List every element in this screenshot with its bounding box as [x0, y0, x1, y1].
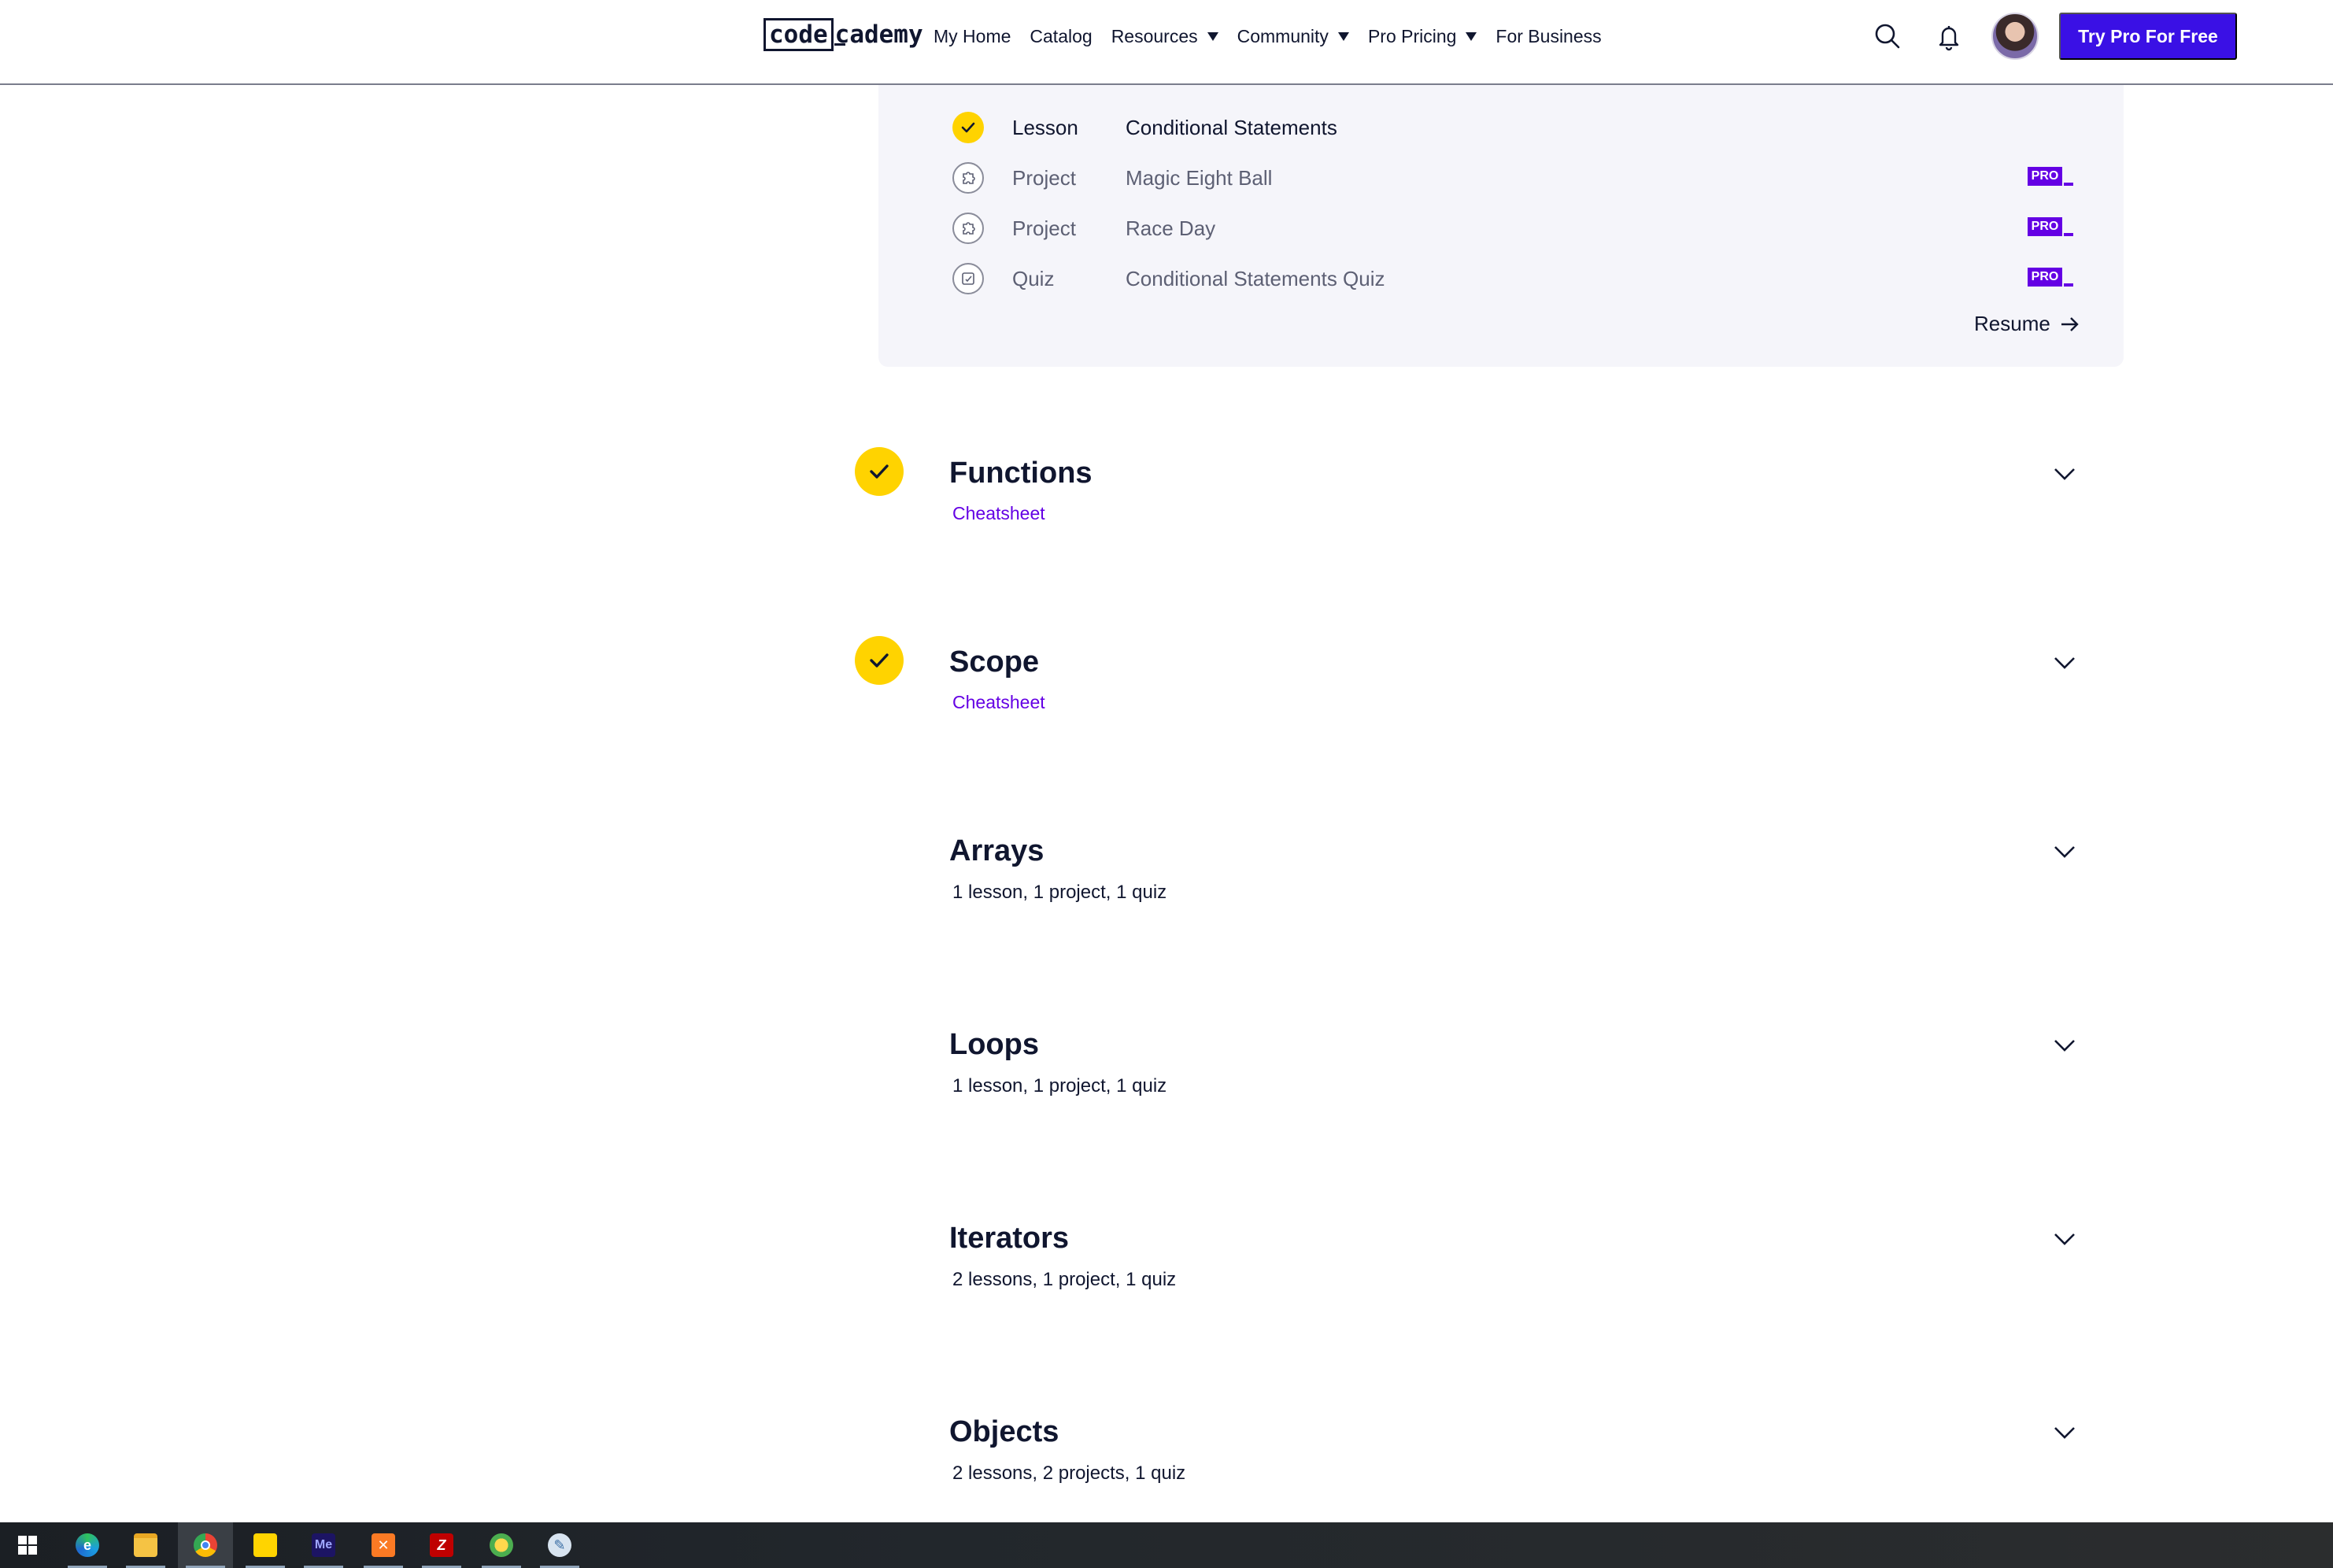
nav-link-resources[interactable]: Resources [1111, 22, 1218, 50]
module-summary: 1 lesson, 1 project, 1 quiz [952, 1075, 1167, 1096]
codecademy-logo[interactable]: code cademy [763, 17, 923, 52]
chrome-icon[interactable] [178, 1522, 233, 1568]
top-navigation: code cademy My Home Catalog Resources Co… [0, 0, 2333, 85]
item-title[interactable]: Conditional Statements [1126, 116, 1337, 140]
chevron-down-icon[interactable] [2053, 844, 2076, 860]
module-title-arrays[interactable]: Arrays [949, 833, 1044, 869]
arrow-right-icon [2061, 316, 2079, 331]
nav-link-label: My Home [934, 26, 1011, 46]
chevron-down-icon[interactable] [2053, 466, 2076, 482]
media-encoder-icon[interactable]: Me [296, 1522, 351, 1568]
item-type: Project [1012, 216, 1076, 240]
paint-icon[interactable]: ✎ [532, 1522, 587, 1568]
module-title-loops[interactable]: Loops [949, 1026, 1039, 1063]
check-icon [952, 112, 984, 143]
windows-start-icon[interactable] [0, 1522, 55, 1568]
nav-link-my-home[interactable]: My Home [934, 22, 1011, 50]
module-item-row[interactable]: Quiz Conditional Statements Quiz PRO [952, 263, 2073, 294]
item-type: Quiz [1012, 266, 1055, 290]
module-title-iterators[interactable]: Iterators [949, 1220, 1069, 1256]
nav-link-pro-pricing[interactable]: Pro Pricing [1368, 22, 1477, 50]
pro-badge-label: PRO [2028, 167, 2062, 186]
pro-badge-label: PRO [2028, 268, 2062, 287]
chevron-down-icon[interactable] [2053, 1231, 2076, 1247]
nav-link-community[interactable]: Community [1237, 22, 1349, 50]
cheatsheet-link[interactable]: Cheatsheet [952, 690, 1045, 715]
resume-link[interactable]: Resume [1974, 312, 2080, 336]
logo-cademy-text: cademy [834, 20, 923, 49]
item-type: Project [1012, 165, 1076, 190]
module-title-scope[interactable]: Scope [949, 644, 1039, 680]
module-summary: 2 lessons, 2 projects, 1 quiz [952, 1463, 1186, 1484]
puzzle-icon [952, 213, 984, 244]
nav-link-label: Catalog [1030, 26, 1093, 46]
windows-taskbar: e Me ✕ Z ✎ [0, 1522, 2333, 1568]
module-item-row[interactable]: Project Magic Eight Ball PRO [952, 162, 2073, 194]
resume-label: Resume [1974, 312, 2050, 335]
nav-link-label: Pro Pricing [1367, 26, 1457, 46]
module-title-objects[interactable]: Objects [949, 1414, 1059, 1450]
pro-badge: PRO [2028, 167, 2073, 189]
pro-cursor-icon [2064, 233, 2073, 236]
pro-cursor-icon [2064, 183, 2073, 186]
logo-code-text: code [763, 18, 834, 51]
pro-cursor-icon [2064, 283, 2073, 287]
user-avatar[interactable] [1991, 13, 2039, 60]
cheatsheet-link[interactable]: Cheatsheet [952, 501, 1045, 526]
module-complete-check-icon [855, 636, 904, 685]
item-type: Lesson [1012, 115, 1078, 139]
module-item-row[interactable]: Lesson Conditional Statements [952, 112, 2073, 143]
nav-link-for-business[interactable]: For Business [1496, 22, 1601, 50]
try-pro-button[interactable]: Try Pro For Free [2059, 13, 2237, 60]
pro-badge: PRO [2028, 217, 2073, 239]
pro-badge: PRO [2028, 268, 2073, 290]
file-explorer-icon[interactable] [118, 1522, 173, 1568]
filezilla-icon[interactable]: Z [414, 1522, 469, 1568]
module-item-row[interactable]: Project Race Day PRO [952, 213, 2073, 244]
quiz-icon [952, 263, 984, 294]
caret-down-icon [1207, 31, 1218, 41]
nav-link-label: Community [1237, 26, 1329, 46]
item-title[interactable]: Magic Eight Ball [1126, 166, 1272, 190]
caret-down-icon [1337, 31, 1349, 41]
bell-icon[interactable] [1933, 20, 1965, 52]
puzzle-icon [952, 162, 984, 194]
module-summary: 1 lesson, 1 project, 1 quiz [952, 882, 1167, 903]
pro-badge-label: PRO [2028, 217, 2062, 236]
chevron-down-icon[interactable] [2053, 1425, 2076, 1440]
search-icon[interactable] [1872, 20, 1903, 52]
chevron-down-icon[interactable] [2053, 1037, 2076, 1053]
edge-icon[interactable]: e [60, 1522, 115, 1568]
main-nav-links: My Home Catalog Resources Community Pro … [934, 22, 1621, 50]
caret-down-icon [1466, 31, 1477, 41]
module-title-functions[interactable]: Functions [949, 455, 1093, 491]
item-title[interactable]: Race Day [1126, 216, 1215, 241]
xampp-icon[interactable]: ✕ [356, 1522, 411, 1568]
chevron-down-icon[interactable] [2053, 655, 2076, 671]
module-summary: 2 lessons, 1 project, 1 quiz [952, 1269, 1177, 1290]
sticky-notes-icon[interactable] [238, 1522, 293, 1568]
app-icon[interactable] [474, 1522, 529, 1568]
nav-link-label: Resources [1111, 26, 1198, 46]
item-title[interactable]: Conditional Statements Quiz [1126, 267, 1385, 291]
nav-link-catalog[interactable]: Catalog [1030, 22, 1092, 50]
nav-link-label: For Business [1496, 26, 1602, 46]
module-complete-check-icon [855, 447, 904, 496]
